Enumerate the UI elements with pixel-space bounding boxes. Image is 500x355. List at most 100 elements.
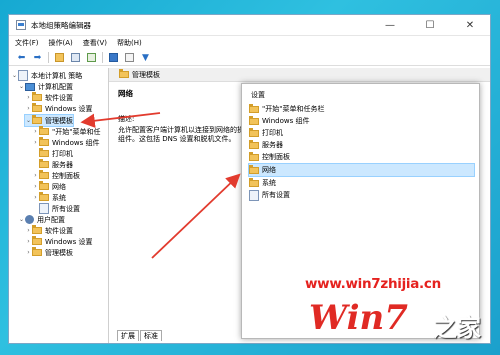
menu-action[interactable]: 操作(A)	[49, 38, 73, 48]
settings-list-icon	[249, 189, 259, 201]
tree-item-printers[interactable]: 打印机	[32, 148, 73, 159]
folder-icon	[32, 225, 42, 234]
tab-extended[interactable]: 扩展	[117, 330, 139, 341]
policy-tree[interactable]: ⌄ 本地计算机 策略 ⌄ 计算机配置 › 软件设置 › Windows 设置 ⌄	[9, 68, 109, 343]
tree-item-root[interactable]: ⌄ 本地计算机 策略	[11, 70, 82, 81]
settings-item-label: 所有设置	[262, 191, 290, 199]
settings-item-label: 服务器	[262, 141, 283, 149]
settings-item-label: Windows 组件	[262, 117, 310, 125]
tree-item-windows-components[interactable]: › Windows 组件	[32, 137, 99, 148]
tree-item-server[interactable]: 服务器	[32, 159, 73, 170]
menu-help[interactable]: 帮助(H)	[117, 38, 142, 48]
expand-icon[interactable]: ›	[25, 249, 32, 256]
minimize-button[interactable]: —	[370, 15, 410, 35]
tree-item-label: 本地计算机 策略	[31, 71, 83, 80]
tree-item-network[interactable]: › 网络	[32, 181, 66, 192]
toolbar-divider	[102, 52, 103, 63]
folder-icon	[32, 92, 42, 101]
menu-view[interactable]: 查看(V)	[83, 38, 107, 48]
selected-node-title: 网络	[118, 89, 133, 98]
expand-icon[interactable]: ›	[32, 139, 39, 146]
expand-icon[interactable]: ›	[32, 172, 39, 179]
properties-icon[interactable]	[123, 52, 136, 64]
expand-icon[interactable]: ›	[25, 105, 32, 112]
tree-item-admin-templates[interactable]: ⌄ 管理模板	[24, 114, 74, 127]
export-icon[interactable]	[85, 52, 98, 64]
view-tabs: 扩展 标准	[109, 330, 163, 341]
site-watermark: www.win7zhijia.cn Win7 之家	[305, 270, 495, 350]
folder-icon	[249, 177, 259, 187]
folder-icon	[39, 192, 49, 201]
tree-item-software-settings[interactable]: › 软件设置	[25, 92, 73, 103]
tree-item-label: 打印机	[52, 149, 73, 158]
settings-item-all-settings[interactable]: 所有设置	[249, 189, 474, 201]
settings-column-header[interactable]: 设置	[251, 90, 265, 100]
settings-item-label: 打印机	[262, 129, 283, 137]
tree-item-system[interactable]: › 系统	[32, 192, 66, 203]
gpedit-app-icon	[16, 20, 26, 30]
show-tree-icon[interactable]	[69, 52, 82, 64]
settings-item-control-panel[interactable]: 控制面板	[249, 151, 474, 163]
folder-icon	[249, 151, 259, 161]
tab-standard[interactable]: 标准	[140, 330, 162, 341]
settings-item-windows-components[interactable]: Windows 组件	[249, 115, 474, 127]
tree-item-control-panel[interactable]: › 控制面板	[32, 170, 80, 181]
folder-icon	[249, 103, 259, 113]
collapse-icon[interactable]: ⌄	[18, 83, 25, 90]
tree-item-all-settings[interactable]: 所有设置	[32, 203, 80, 214]
tree-item-label: 网络	[52, 182, 66, 191]
user-icon	[25, 215, 34, 224]
tree-item-computer-config[interactable]: ⌄ 计算机配置	[18, 81, 73, 92]
settings-list-icon	[39, 203, 49, 214]
toolbar-divider	[48, 52, 49, 63]
tree-item-label: 管理模板	[45, 116, 73, 125]
details-header-label: 管理模板	[132, 70, 160, 79]
filter-icon[interactable]: ▼	[139, 52, 152, 64]
expand-icon[interactable]: ›	[25, 94, 32, 101]
close-button[interactable]: ✕	[450, 15, 490, 35]
folder-icon	[249, 164, 259, 174]
folder-icon	[32, 103, 42, 112]
menu-file[interactable]: 文件(F)	[15, 38, 39, 48]
folder-up-icon[interactable]	[53, 52, 66, 64]
expand-icon[interactable]: ›	[32, 128, 39, 135]
folder-icon	[32, 247, 42, 256]
tree-item-label: 软件设置	[45, 226, 73, 235]
tree-item-start-menu[interactable]: › "开始"菜单和任	[32, 126, 100, 137]
tree-item-label: 计算机配置	[38, 82, 73, 91]
back-arrow-icon[interactable]: ⬅	[15, 52, 28, 64]
expand-icon[interactable]: ›	[32, 183, 39, 190]
collapse-icon[interactable]: ⌄	[11, 72, 18, 79]
folder-icon	[32, 236, 42, 245]
collapse-icon[interactable]: ⌄	[18, 216, 25, 223]
settings-item-label: 系统	[262, 179, 276, 187]
watermark-logo: Win7	[309, 298, 408, 338]
tree-item-user-admin-templates[interactable]: › 管理模板	[25, 247, 73, 258]
help-icon[interactable]	[107, 52, 120, 64]
expand-icon[interactable]: ›	[25, 238, 32, 245]
maximize-button[interactable]: ☐	[410, 15, 450, 35]
settings-item-label: 控制面板	[262, 153, 290, 161]
tree-item-user-windows-settings[interactable]: › Windows 设置	[25, 236, 92, 247]
collapse-icon[interactable]: ⌄	[25, 117, 32, 124]
settings-item-system[interactable]: 系统	[249, 177, 474, 189]
settings-item-network[interactable]: 网络	[248, 163, 475, 177]
title-bar[interactable]: 本地组策略编辑器 — ☐ ✕	[9, 15, 490, 36]
settings-item-server[interactable]: 服务器	[249, 139, 474, 151]
expand-icon[interactable]: ›	[25, 227, 32, 234]
tree-item-user-config[interactable]: ⌄ 用户配置	[18, 214, 65, 225]
settings-item-printers[interactable]: 打印机	[249, 127, 474, 139]
tree-item-user-software-settings[interactable]: › 软件设置	[25, 225, 73, 236]
folder-icon	[249, 127, 259, 137]
folder-icon	[249, 139, 259, 149]
settings-item-label: 网络	[262, 166, 276, 174]
forward-arrow-icon[interactable]: ➡	[31, 52, 44, 64]
tree-item-label: Windows 设置	[45, 237, 93, 246]
tree-item-label: "开始"菜单和任	[52, 127, 101, 136]
tree-item-windows-settings[interactable]: › Windows 设置	[25, 103, 92, 114]
settings-item-start-menu[interactable]: "开始"菜单和任务栏	[249, 103, 474, 115]
tree-item-label: Windows 组件	[52, 138, 100, 147]
tree-item-label: 软件设置	[45, 93, 73, 102]
expand-icon[interactable]: ›	[32, 194, 39, 201]
window-title: 本地组策略编辑器	[31, 20, 91, 30]
